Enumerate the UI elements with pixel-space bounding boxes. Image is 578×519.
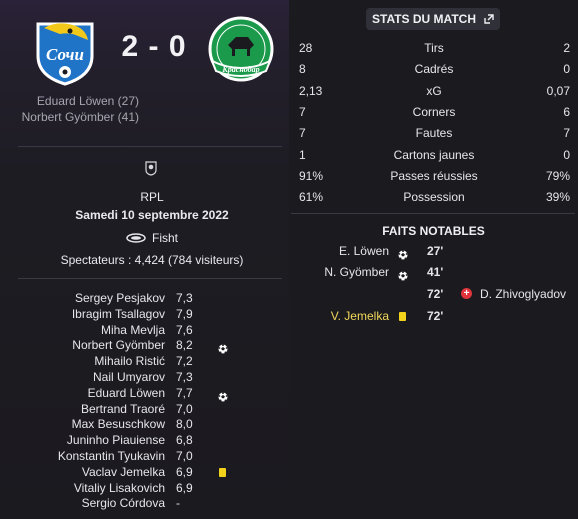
player-name[interactable]: Nail Umyarov xyxy=(0,370,165,384)
player-name[interactable]: Sergio Córdova xyxy=(0,496,165,510)
player-rating: 7,3 xyxy=(176,291,193,305)
yellow-card-icon xyxy=(219,467,226,477)
stat-label: Cartons jaunes xyxy=(393,147,475,162)
attendance: Spectateurs : 4,424 (784 visiteurs) xyxy=(60,253,244,267)
player-name[interactable]: Ibragim Tsallagov xyxy=(0,307,165,321)
player-name[interactable]: Eduard Löwen xyxy=(0,386,165,400)
player-rating: 7,0 xyxy=(176,401,193,416)
stadium-name[interactable]: Fisht xyxy=(152,231,178,245)
competition-name[interactable]: RPL xyxy=(20,190,284,204)
stat-away-value: 2 xyxy=(563,41,570,55)
goal-ball-icon xyxy=(218,392,228,402)
player-rating: 6,8 xyxy=(176,433,193,448)
player-name[interactable]: Mihailo Ristić xyxy=(0,354,165,368)
player-rating: 7,0 xyxy=(176,449,193,463)
match-date: Samedi 10 septembre 2022 xyxy=(75,208,229,222)
event-player[interactable]: D. Zhivoglyadov xyxy=(480,287,566,301)
match-summary-panel: Сочи 2 - 0 Краснодар Eduard Löwen (27) N… xyxy=(0,0,289,519)
rpl-logo-icon xyxy=(145,161,157,176)
player-rating: - xyxy=(176,496,180,511)
stat-away-value: 0,07 xyxy=(546,83,570,98)
divider xyxy=(18,278,282,279)
divider xyxy=(291,213,575,214)
stat-label: Corners xyxy=(412,104,456,119)
match-score: 2 - 0 xyxy=(121,30,187,63)
sochi-crest-icon[interactable]: Сочи xyxy=(30,16,100,86)
injury-icon: + xyxy=(461,288,472,299)
stat-label: Tirs xyxy=(424,41,444,55)
player-rating: 7,9 xyxy=(176,306,193,321)
stat-label: Fautes xyxy=(415,126,453,141)
player-rating: 7,7 xyxy=(176,385,193,400)
event-minute: 72' xyxy=(427,287,444,301)
event-player[interactable]: N. Gyömber xyxy=(324,265,389,279)
player-rating: 8,2 xyxy=(176,338,193,353)
stats-panel: STATS DU MATCH 28 Tirs 2 8 Cadrés 0 2,13 xG 0,07… xyxy=(289,0,578,519)
player-name[interactable]: Sergey Pesjakov xyxy=(0,291,165,305)
external-link-icon xyxy=(484,14,494,24)
event-minute: 72' xyxy=(427,309,444,323)
player-rating: 7,6 xyxy=(176,322,193,337)
stat-home-value: 8 xyxy=(299,62,306,77)
goal-ball-icon xyxy=(398,247,408,265)
player-name[interactable]: Max Besuschkow xyxy=(0,417,165,431)
stat-home-value: 1 xyxy=(299,147,306,162)
event-player[interactable]: V. Jemelka xyxy=(331,309,389,323)
goal-ball-icon xyxy=(398,271,408,281)
goal-ball-icon xyxy=(398,268,408,286)
player-name[interactable]: Miha Mevlja xyxy=(0,323,165,337)
divider xyxy=(18,146,282,147)
event-minute: 27' xyxy=(427,244,444,258)
event-player[interactable]: E. Löwen xyxy=(339,244,389,258)
goal-ball-icon xyxy=(218,389,228,402)
stat-home-value: 2,13 xyxy=(299,83,323,98)
stat-away-value: 79% xyxy=(545,168,570,183)
player-name[interactable]: Konstantin Tyukavin xyxy=(0,449,165,463)
player-rating: 7,2 xyxy=(176,354,193,369)
player-name[interactable]: Bertrand Traoré xyxy=(0,402,165,416)
stat-home-value: 7 xyxy=(299,104,306,119)
goal-ball-icon xyxy=(398,250,408,260)
stat-away-value: 7 xyxy=(563,126,570,141)
events-title: FAITS NOTABLES xyxy=(382,224,485,238)
match-stats-button[interactable]: STATS DU MATCH xyxy=(366,8,500,30)
goal-ball-icon xyxy=(218,344,228,354)
player-name[interactable]: Juninho Piauiense xyxy=(0,433,165,447)
player-rating: 7,3 xyxy=(176,370,193,384)
event-minute: 41' xyxy=(427,265,444,279)
stat-label: xG xyxy=(426,83,442,98)
stat-home-value: 7 xyxy=(299,126,306,141)
player-name[interactable]: Vitaliy Lisakovich xyxy=(0,481,165,495)
player-name[interactable]: Norbert Gyömber xyxy=(0,338,165,352)
stat-away-value: 0 xyxy=(563,62,570,77)
player-rating: 6,9 xyxy=(176,480,193,495)
player-rating: 8,0 xyxy=(176,417,193,432)
stat-away-value: 39% xyxy=(545,190,570,205)
stat-label: Passes réussies xyxy=(390,168,478,183)
svg-text:Краснодар: Краснодар xyxy=(221,65,259,74)
stat-home-value: 61% xyxy=(299,190,324,205)
svg-text:Сочи: Сочи xyxy=(46,45,84,64)
krasnodar-crest-icon[interactable]: Краснодар xyxy=(206,15,276,85)
stadium-icon xyxy=(126,233,146,243)
stat-home-value: 91% xyxy=(299,168,324,183)
scorer-line: Eduard Löwen (27) xyxy=(36,94,139,108)
yellow-card-icon xyxy=(399,312,406,321)
stat-home-value: 28 xyxy=(299,41,313,55)
stat-away-value: 6 xyxy=(563,104,570,119)
stat-label: Cadrés xyxy=(414,62,454,77)
player-rating: 6,9 xyxy=(176,464,193,479)
match-stats-label: STATS DU MATCH xyxy=(372,12,476,26)
scorer-line: Norbert Gyömber (41) xyxy=(21,110,139,124)
stat-away-value: 0 xyxy=(563,147,570,162)
player-name[interactable]: Vaclav Jemelka xyxy=(0,465,165,479)
stat-label: Possession xyxy=(403,190,465,205)
goal-ball-icon xyxy=(218,341,228,354)
stadium-row: Fisht xyxy=(0,231,304,245)
